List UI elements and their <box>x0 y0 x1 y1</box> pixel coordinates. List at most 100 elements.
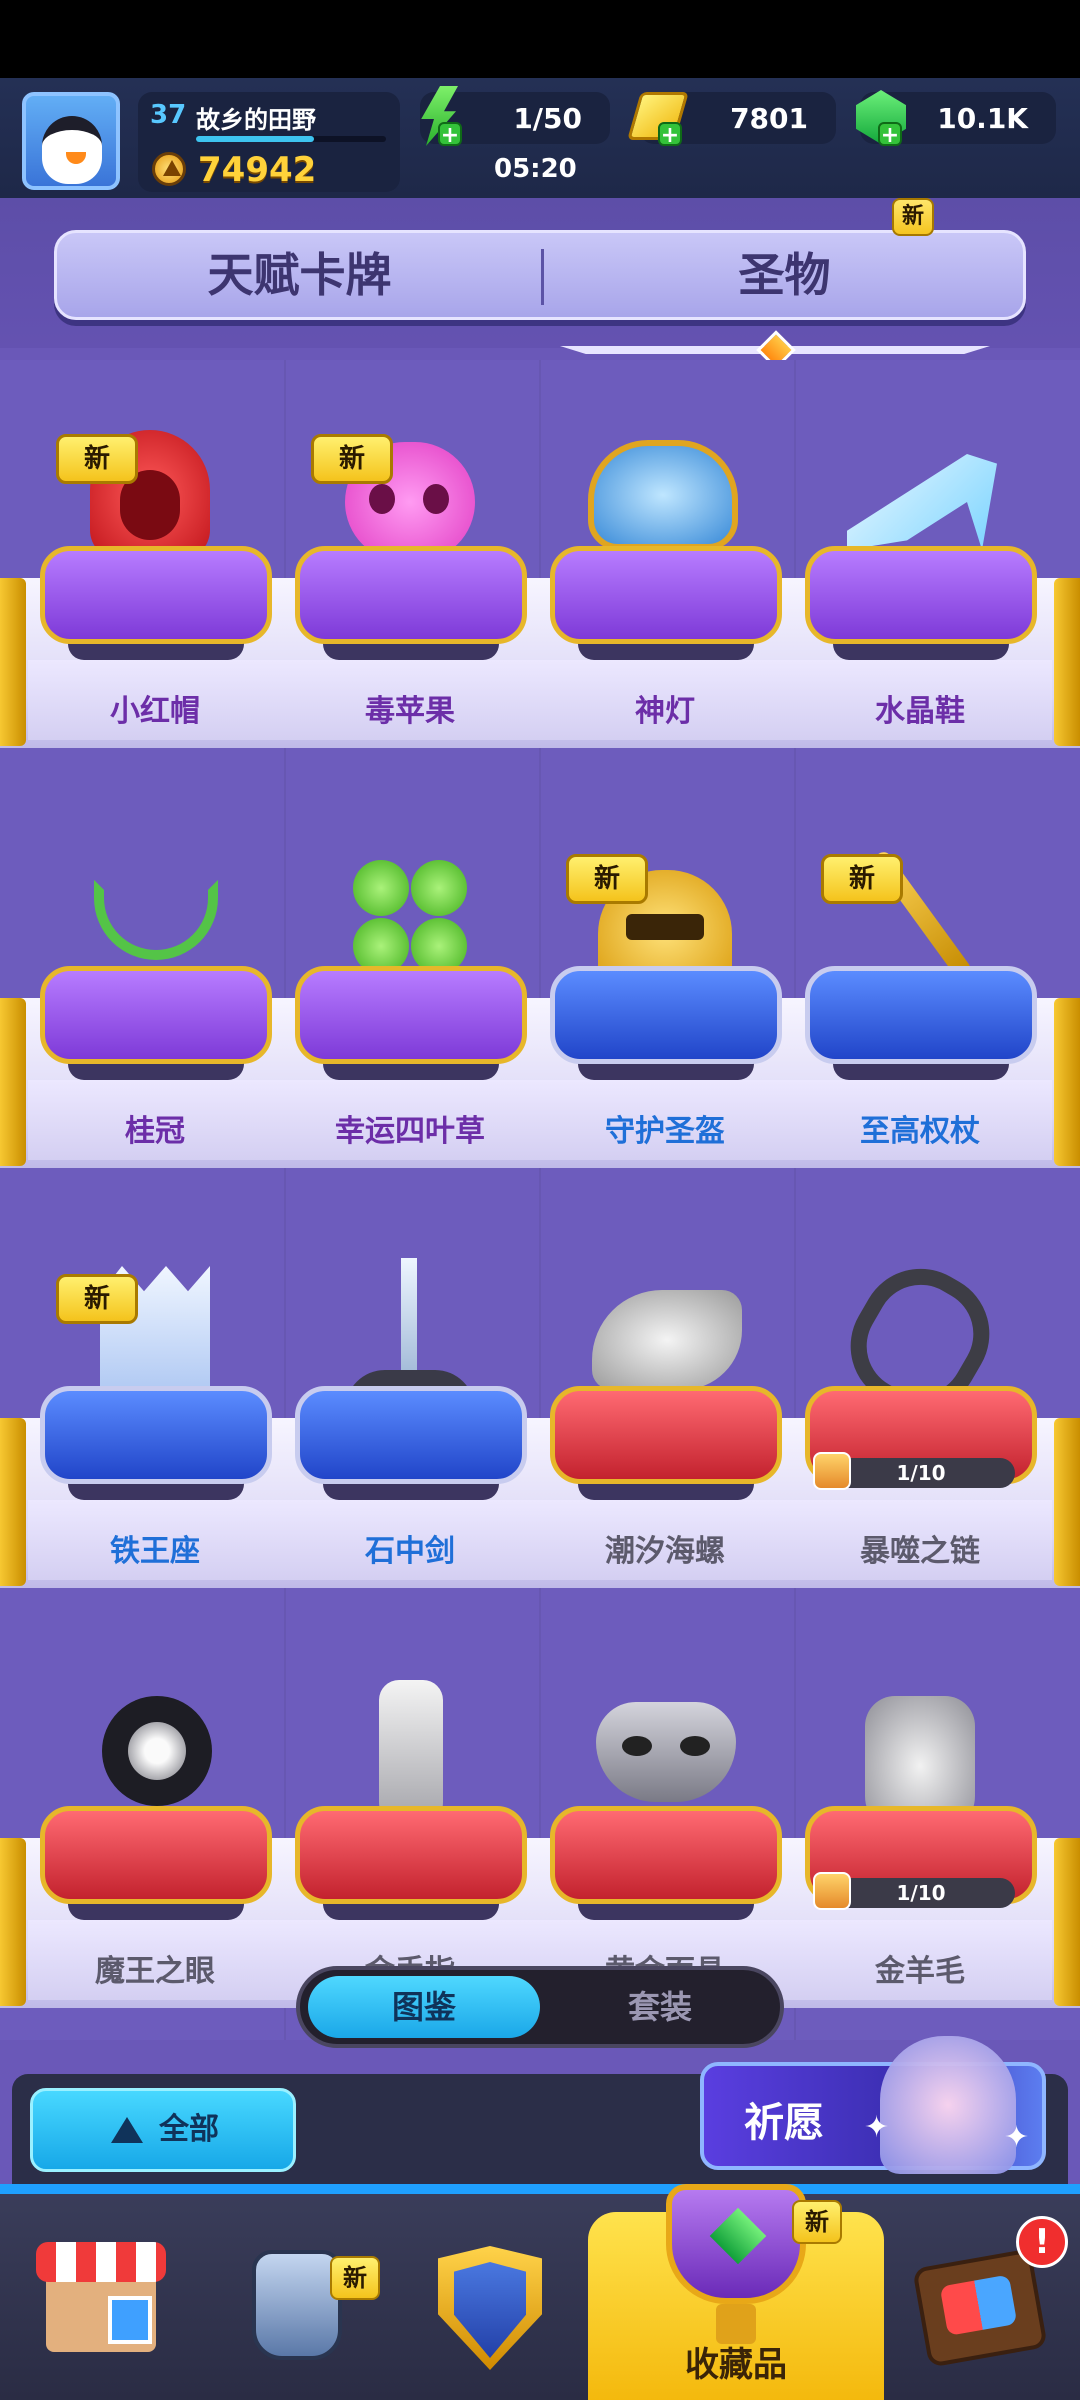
cushion <box>40 546 272 644</box>
shield-inner-icon <box>454 2262 526 2358</box>
relic-item[interactable]: 幸运四叶草 <box>283 780 537 1200</box>
triangle-filter-icon <box>111 2117 143 2143</box>
relic-item[interactable]: 新 小红帽 <box>28 360 282 780</box>
fragment-progress: 1/10 <box>813 1452 1015 1490</box>
relic-name: 金羊毛 <box>875 1954 965 1989</box>
nav-collection[interactable]: 新 收藏品 <box>588 2184 884 2400</box>
relic-name: 暴噬之链 <box>860 1534 980 1569</box>
cushion <box>805 546 1037 644</box>
relic-item[interactable]: 水晶鞋 <box>793 360 1047 780</box>
filter-label: 全部 <box>159 2112 219 2147</box>
system-status-bar <box>0 0 1080 78</box>
cushion <box>295 1386 527 1484</box>
glass-slipper-icon <box>847 454 997 550</box>
bottom-nav: 新 新 收藏品 ! <box>0 2184 1080 2400</box>
fragment-progress-text: 1/10 <box>896 1461 946 1485</box>
new-badge: 新 <box>56 434 138 484</box>
player-name: 故乡的田野 <box>196 106 316 134</box>
energy-timer: 05:20 <box>494 154 577 184</box>
wish-button[interactable]: 祈愿 ✦ ✦ <box>700 2036 1046 2174</box>
nav-shop[interactable] <box>20 2194 200 2400</box>
cushion <box>805 966 1037 1064</box>
relic-item[interactable]: 1/10 暴噬之链 <box>793 1200 1047 1620</box>
wish-label: 祈愿 <box>744 2100 824 2146</box>
set-toggle-button[interactable]: 套装 <box>544 1976 776 2038</box>
add-gem-plus-icon[interactable]: + <box>878 122 902 148</box>
relic-item[interactable]: 新 至高权杖 <box>793 780 1047 1200</box>
relic-name: 幸运四叶草 <box>335 1114 485 1149</box>
relic-name: 至高权杖 <box>860 1114 980 1149</box>
new-badge: 新 <box>311 434 393 484</box>
filter-all-button[interactable]: 全部 <box>30 2088 296 2172</box>
cushion <box>550 546 782 644</box>
nav-events[interactable]: ! <box>894 2194 1070 2400</box>
view-toggle: 图鉴 套装 <box>296 1966 784 2048</box>
gem-resource[interactable]: + 10.1K <box>856 90 1056 148</box>
add-energy-plus-icon[interactable]: + <box>438 122 462 148</box>
ghost-wish-icon <box>880 2036 1016 2174</box>
new-badge: 新 <box>566 854 648 904</box>
player-avatar[interactable] <box>22 92 120 190</box>
shelf-row: 新 小红帽 新 毒苹果 神灯 水晶鞋 <box>0 360 1080 780</box>
relic-name: 小红帽 <box>110 694 200 729</box>
shelf-row: 新 铁王座 石中剑 潮汐海螺 1/10 暴噬之链 <box>0 1200 1080 1620</box>
sparkle-icon: ✦ <box>864 2110 890 2145</box>
xp-progress-bar <box>196 136 386 142</box>
relic-item[interactable]: 桂冠 <box>28 780 282 1200</box>
relic-name: 水晶鞋 <box>875 694 965 729</box>
add-gold-plus-icon[interactable]: + <box>658 122 682 148</box>
fragment-progress: 1/10 <box>813 1872 1015 1910</box>
cushion <box>40 1806 272 1904</box>
fragment-icon <box>813 1872 851 1910</box>
gem-icon: + <box>852 86 906 148</box>
magic-lamp-icon <box>588 440 738 550</box>
nav-equipment[interactable]: 新 <box>210 2194 390 2400</box>
cushion <box>40 1386 272 1484</box>
trophy-cup-icon <box>666 2184 806 2304</box>
shelf-row: 桂冠 幸运四叶草 新 守护圣盔 新 至高权杖 <box>0 780 1080 1200</box>
category-tabs: 天赋卡牌 圣物 <box>54 230 1026 320</box>
relic-item[interactable]: 神灯 <box>538 360 792 780</box>
catalog-toggle-button[interactable]: 图鉴 <box>308 1976 540 2038</box>
sword-icon <box>401 1258 417 1388</box>
relic-item[interactable]: 新 毒苹果 <box>283 360 537 780</box>
relic-item[interactable]: 新 铁王座 <box>28 1200 282 1620</box>
energy-resource[interactable]: + 1/50 <box>420 86 610 148</box>
energy-icon: + <box>412 86 466 148</box>
sparkle-icon: ✦ <box>1004 2120 1030 2155</box>
cushion <box>550 1386 782 1484</box>
tab-talent-cards[interactable]: 天赋卡牌 <box>57 233 542 317</box>
tab-relics-new-badge: 新 <box>892 198 934 236</box>
shop-icon <box>36 2242 166 2352</box>
relic-item[interactable]: 1/10 金羊毛 <box>793 1620 1047 2040</box>
four-leaf-clover-icon <box>353 860 467 974</box>
nav-collection-new-badge: 新 <box>792 2200 842 2244</box>
new-badge: 新 <box>821 854 903 904</box>
emerald-gem-icon <box>709 2207 767 2265</box>
cushion <box>40 966 272 1064</box>
fragment-icon <box>813 1452 851 1490</box>
nav-collection-label: 收藏品 <box>685 2345 787 2385</box>
relic-name: 魔王之眼 <box>95 1954 215 1989</box>
trophy-count: 74942 <box>198 150 317 190</box>
fragment-progress-text: 1/10 <box>896 1881 946 1905</box>
relic-grid: 新 小红帽 新 毒苹果 神灯 水晶鞋 桂冠 幸运四叶草 新 守护圣盔 新 至高权… <box>0 360 1080 2060</box>
penguin-avatar-icon <box>42 116 102 184</box>
relic-item[interactable]: 魔王之眼 <box>28 1620 282 2040</box>
gold-icon: + <box>627 86 689 148</box>
gold-resource[interactable]: + 7801 <box>627 92 836 148</box>
xp-progress-fill <box>196 136 314 142</box>
nav-equipment-new-badge: 新 <box>330 2256 380 2300</box>
nav-divider <box>0 2184 1080 2194</box>
nav-battle[interactable] <box>400 2194 580 2400</box>
relic-item[interactable]: 新 守护圣盔 <box>538 780 792 1200</box>
relic-name: 石中剑 <box>365 1534 455 1569</box>
player-info-panel[interactable]: 37 故乡的田野 74942 <box>138 92 400 192</box>
relic-name: 守护圣盔 <box>605 1114 725 1149</box>
tab-relics[interactable]: 圣物 <box>542 233 1027 317</box>
demon-eye-icon <box>102 1696 212 1806</box>
relic-item[interactable]: 石中剑 <box>283 1200 537 1620</box>
relic-item[interactable]: 潮汐海螺 <box>538 1200 792 1620</box>
armor-icon <box>252 2250 342 2360</box>
alert-badge: ! <box>1016 2216 1068 2268</box>
